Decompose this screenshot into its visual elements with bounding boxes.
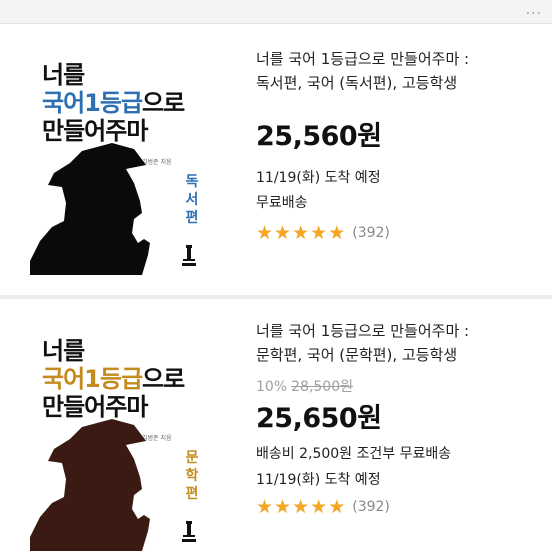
cover-title-rest: 으로	[142, 365, 185, 393]
top-bar: ...	[0, 0, 552, 24]
cover-edition-label: 독 서 편	[184, 173, 200, 227]
star-icon: ★	[274, 222, 292, 244]
detective-silhouette-icon	[30, 143, 150, 275]
review-count: (392)	[352, 499, 390, 515]
star-icon: ★	[310, 496, 328, 518]
star-icon: ★	[274, 496, 292, 518]
publisher-logo-icon	[182, 521, 196, 542]
discount-rate: 10%	[256, 379, 288, 395]
star-icon: ★	[328, 222, 346, 244]
product-title-line: 문학편, 국어 (문학편), 고등학생	[256, 346, 458, 364]
shipping-info: 무료배송	[256, 195, 308, 211]
cover-edition-char: 서	[185, 192, 199, 208]
cover-title-line3: 만들어주마	[42, 117, 148, 145]
product-price: 25,560원	[256, 121, 382, 152]
cover-title-highlight: 국어1등급	[42, 89, 143, 117]
product-title-line: 너를 국어 1등급으로 만들어주마 :	[256, 322, 470, 340]
cover-title-highlight: 국어1등급	[42, 365, 143, 393]
product-info: 너를 국어 1등급으로 만들어주마 : 문학편, 국어 (문학편), 고등학생 …	[256, 319, 546, 518]
shipping-info: 배송비 2,500원 조건부 무료배송	[256, 446, 452, 462]
rating-stars: ★ ★ ★ ★ ★	[256, 223, 346, 243]
product-price: 25,650원	[256, 403, 382, 434]
star-icon: ★	[310, 222, 328, 244]
cover-title-rest: 으로	[142, 89, 185, 117]
delivery-date: 11/19(화) 도착 예정	[256, 472, 381, 488]
rating: ★ ★ ★ ★ ★ (392)	[256, 222, 546, 244]
product-title-line: 너를 국어 1등급으로 만들어주마 :	[256, 50, 470, 68]
product-title[interactable]: 너를 국어 1등급으로 만들어주마 : 독서편, 국어 (독서편), 고등학생	[256, 47, 546, 95]
star-icon: ★	[256, 496, 274, 518]
cover-title-line1: 너를	[42, 61, 85, 89]
cover-edition-char: 학	[185, 468, 199, 484]
rating: ★ ★ ★ ★ ★ (392)	[256, 496, 546, 518]
cover-title-line1: 너를	[42, 337, 85, 365]
more-menu-icon[interactable]: ...	[526, 2, 542, 18]
product-title[interactable]: 너를 국어 1등급으로 만들어주마 : 문학편, 국어 (문학편), 고등학생	[256, 319, 546, 367]
cover-edition-label: 문 학 편	[184, 449, 200, 503]
cover-edition-char: 독	[185, 174, 199, 190]
cover-title-line3: 만들어주마	[42, 393, 148, 421]
book-cover-image[interactable]: 너를 국어1등급으로 만들어주마 김범준 지음 문 학 편	[30, 321, 226, 551]
cover-title-line2: 국어1등급으로	[42, 89, 185, 117]
delivery-date: 11/19(화) 도착 예정	[256, 170, 381, 186]
star-icon: ★	[256, 222, 274, 244]
detective-silhouette-icon	[30, 419, 150, 551]
rating-stars: ★ ★ ★ ★ ★	[256, 497, 346, 517]
star-icon: ★	[328, 496, 346, 518]
original-price: 28,500원	[291, 379, 353, 395]
cover-edition-char: 편	[185, 486, 199, 502]
book-cover-image[interactable]: 너를 국어1등급으로 만들어주마 김범준 지음 독 서 편	[30, 45, 226, 275]
review-count: (392)	[352, 225, 390, 241]
product-card[interactable]: 너를 국어1등급으로 만들어주마 김범준 지음 독 서 편 너를 국어 1등급으…	[0, 25, 552, 295]
product-card[interactable]: 너를 국어1등급으로 만들어주마 김범준 지음 문 학 편 너를 국어 1등급으…	[0, 299, 552, 552]
publisher-logo-icon	[182, 245, 196, 266]
cover-edition-char: 편	[185, 210, 199, 226]
cover-edition-char: 문	[185, 450, 199, 466]
star-icon: ★	[292, 222, 310, 244]
star-icon: ★	[292, 496, 310, 518]
discount-row: 10% 28,500원	[256, 377, 546, 397]
cover-title-line2: 국어1등급으로	[42, 365, 185, 393]
product-title-line: 독서편, 국어 (독서편), 고등학생	[256, 74, 458, 92]
product-info: 너를 국어 1등급으로 만들어주마 : 독서편, 국어 (독서편), 고등학생 …	[256, 47, 546, 244]
